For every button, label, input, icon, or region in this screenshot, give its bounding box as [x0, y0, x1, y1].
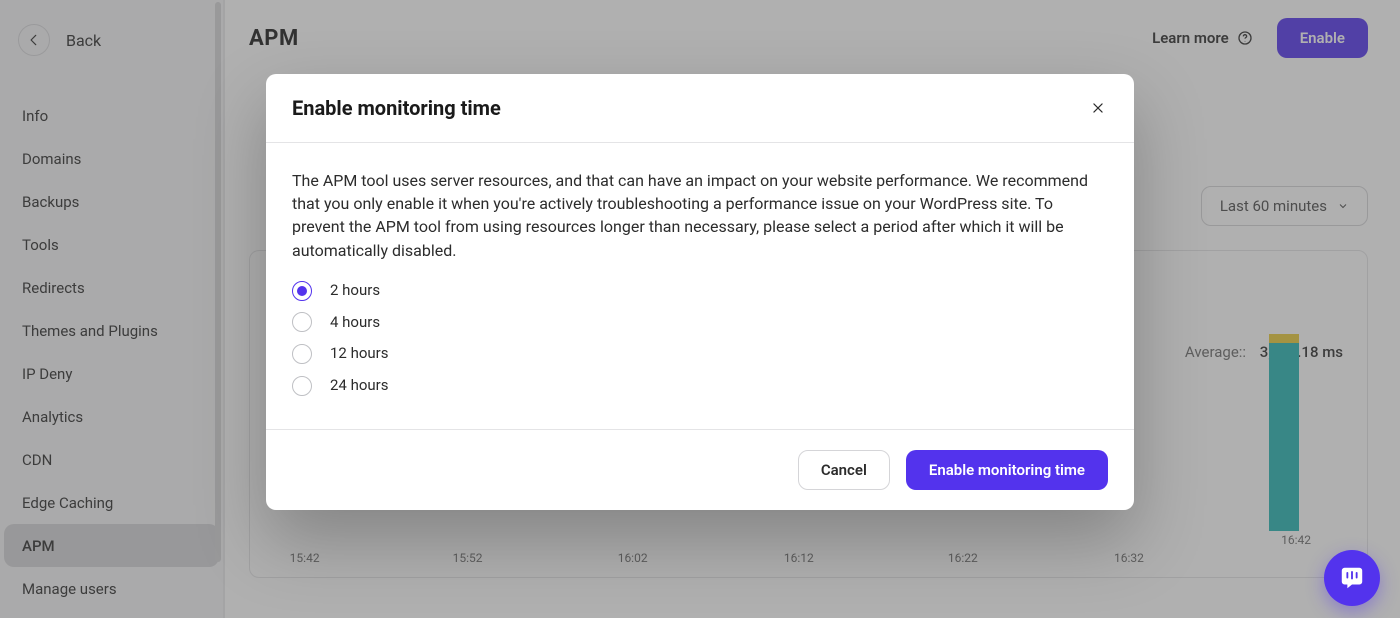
close-icon	[1091, 101, 1105, 115]
radio-dot	[292, 281, 312, 301]
duration-option-24-hours[interactable]: 24 hours	[292, 375, 1108, 397]
radio-dot	[292, 312, 312, 332]
radio-label: 12 hours	[330, 343, 389, 365]
modal-close-button[interactable]	[1088, 98, 1108, 118]
radio-dot	[292, 376, 312, 396]
radio-label: 4 hours	[330, 312, 380, 334]
enable-monitoring-modal: Enable monitoring time The APM tool uses…	[266, 74, 1134, 510]
modal-title: Enable monitoring time	[292, 96, 501, 120]
duration-option-12-hours[interactable]: 12 hours	[292, 343, 1108, 365]
duration-option-4-hours[interactable]: 4 hours	[292, 312, 1108, 334]
duration-option-2-hours[interactable]: 2 hours	[292, 280, 1108, 302]
radio-dot	[292, 344, 312, 364]
radio-label: 24 hours	[330, 375, 389, 397]
intercom-icon	[1339, 565, 1365, 591]
modal-description: The APM tool uses server resources, and …	[292, 169, 1108, 262]
cancel-button[interactable]: Cancel	[798, 450, 890, 490]
intercom-launcher[interactable]	[1324, 550, 1380, 606]
radio-label: 2 hours	[330, 280, 380, 302]
confirm-enable-button[interactable]: Enable monitoring time	[906, 450, 1108, 490]
duration-radio-group: 2 hours 4 hours 12 hours 24 hours	[292, 280, 1108, 421]
